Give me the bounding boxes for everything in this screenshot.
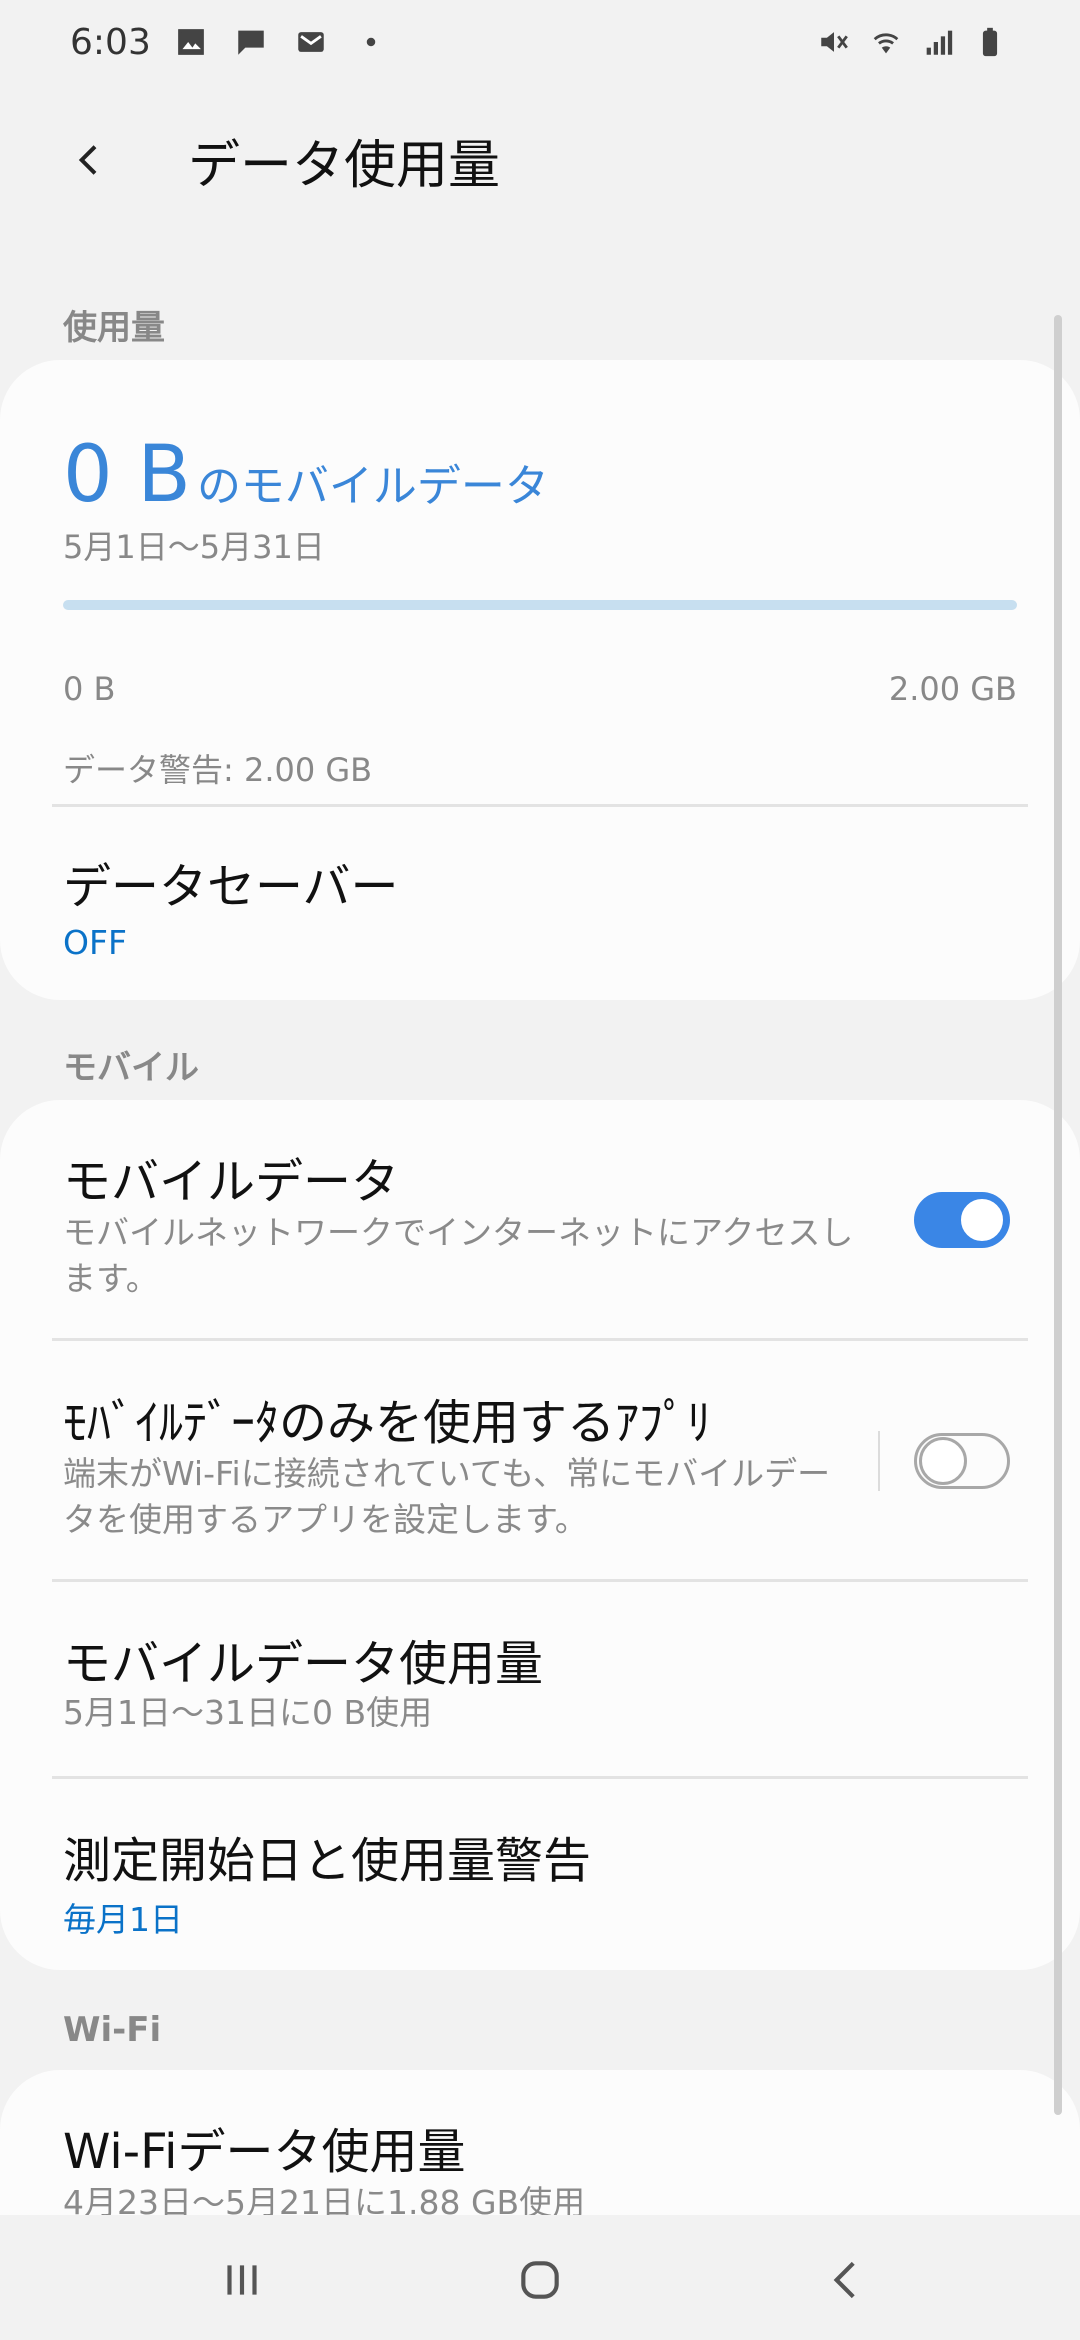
vertical-separator xyxy=(878,1431,880,1491)
billing-cycle-value: 毎月1日 xyxy=(63,1900,183,1939)
usage-number: 0 B xyxy=(63,430,191,520)
usage-period: 5月1日〜5月31日 xyxy=(63,528,325,566)
mobile-usage-title: モバイルデータ使用量 xyxy=(63,1636,544,1692)
mobile-only-apps-desc: 端末がWi-Fiに接続されていても、常にモバイルデータを使用するアプリを設定しま… xyxy=(63,1454,831,1539)
back-button[interactable] xyxy=(60,130,120,190)
mobile-card: モバイルデータ モバイルネットワークでインターネットにアクセスします。 ﾓﾊﾞｲ… xyxy=(0,1100,1080,1970)
scrollbar[interactable] xyxy=(1054,315,1062,2115)
top-bar: データ使用量 xyxy=(0,110,1080,210)
billing-cycle-title: 測定開始日と使用量警告 xyxy=(63,1833,592,1889)
recent-apps-icon xyxy=(227,2265,257,2295)
usage-label: のモバイルデータ xyxy=(196,461,549,512)
mobile-usage-row[interactable]: モバイルデータ使用量 5月1日〜31日に0 B使用 xyxy=(0,1582,1080,1775)
navigation-bar xyxy=(0,2215,1080,2340)
range-min: 0 B xyxy=(63,670,116,708)
status-left: 6:03 xyxy=(70,22,391,63)
billing-cycle-row[interactable]: 測定開始日と使用量警告 毎月1日 xyxy=(0,1779,1080,1970)
status-bar: 6:03 xyxy=(0,0,1080,84)
mobile-usage-desc: 5月1日〜31日に0 B使用 xyxy=(63,1693,433,1732)
mobile-only-apps-title: ﾓﾊﾞｲﾙﾃﾞｰﾀのみを使用するｱﾌﾟﾘ xyxy=(63,1395,712,1451)
usage-amount: 0 B のモバイルデータ xyxy=(63,430,549,520)
usage-card: 0 B のモバイルデータ 5月1日〜5月31日 0 B 2.00 GB データ警… xyxy=(0,360,1080,1000)
wifi-card: Wi-Fiデータ使用量 4月23日〜5月21日に1.88 GB使用 xyxy=(0,2070,1080,2215)
mobile-only-apps-row[interactable]: ﾓﾊﾞｲﾙﾃﾞｰﾀのみを使用するｱﾌﾟﾘ 端末がWi-Fiに接続されていても、常… xyxy=(0,1341,1080,1579)
status-time: 6:03 xyxy=(70,21,151,63)
range-max: 2.00 GB xyxy=(888,670,1017,708)
data-saver-row[interactable]: データセーバー OFF xyxy=(0,807,1080,1000)
back-nav-icon xyxy=(833,2261,855,2299)
section-header-mobile: モバイル xyxy=(63,1048,199,1088)
home-icon xyxy=(521,2261,559,2299)
mute-icon xyxy=(814,22,854,62)
data-saver-title: データセーバー xyxy=(63,859,399,915)
signal-icon xyxy=(918,22,958,62)
mobile-data-desc: モバイルネットワークでインターネットにアクセスします。 xyxy=(63,1213,854,1298)
wifi-icon xyxy=(866,22,906,62)
dot-icon xyxy=(351,22,391,62)
battery-icon xyxy=(970,22,1010,62)
page-title: データ使用量 xyxy=(188,135,501,196)
wifi-usage-desc: 4月23日〜5月21日に1.88 GB使用 xyxy=(63,2183,586,2215)
toggle-knob xyxy=(958,1196,1006,1244)
section-header-wifi: Wi-Fi xyxy=(63,2010,162,2050)
data-warning: データ警告: 2.00 GB xyxy=(63,751,373,789)
mobile-data-row[interactable]: モバイルデータ モバイルネットワークでインターネットにアクセスします。 xyxy=(0,1100,1080,1338)
mobile-data-title: モバイルデータ xyxy=(63,1154,400,1210)
mobile-only-apps-toggle[interactable] xyxy=(914,1433,1010,1489)
status-right xyxy=(814,22,1010,62)
usage-progress-bar xyxy=(63,600,1017,610)
wifi-usage-row[interactable]: Wi-Fiデータ使用量 4月23日〜5月21日に1.88 GB使用 xyxy=(0,2070,1080,2215)
recent-apps-button[interactable] xyxy=(197,2235,287,2325)
home-button[interactable] xyxy=(495,2235,585,2325)
message-icon xyxy=(231,22,271,62)
toggle-knob xyxy=(919,1437,967,1485)
mobile-data-toggle[interactable] xyxy=(914,1192,1010,1248)
gmail-icon xyxy=(291,22,331,62)
back-arrow-icon xyxy=(78,145,97,175)
data-saver-value: OFF xyxy=(63,923,127,962)
back-nav-button[interactable] xyxy=(802,2235,892,2325)
wifi-usage-title: Wi-Fiデータ使用量 xyxy=(63,2124,466,2180)
gallery-icon xyxy=(171,22,211,62)
section-header-usage: 使用量 xyxy=(63,308,165,348)
